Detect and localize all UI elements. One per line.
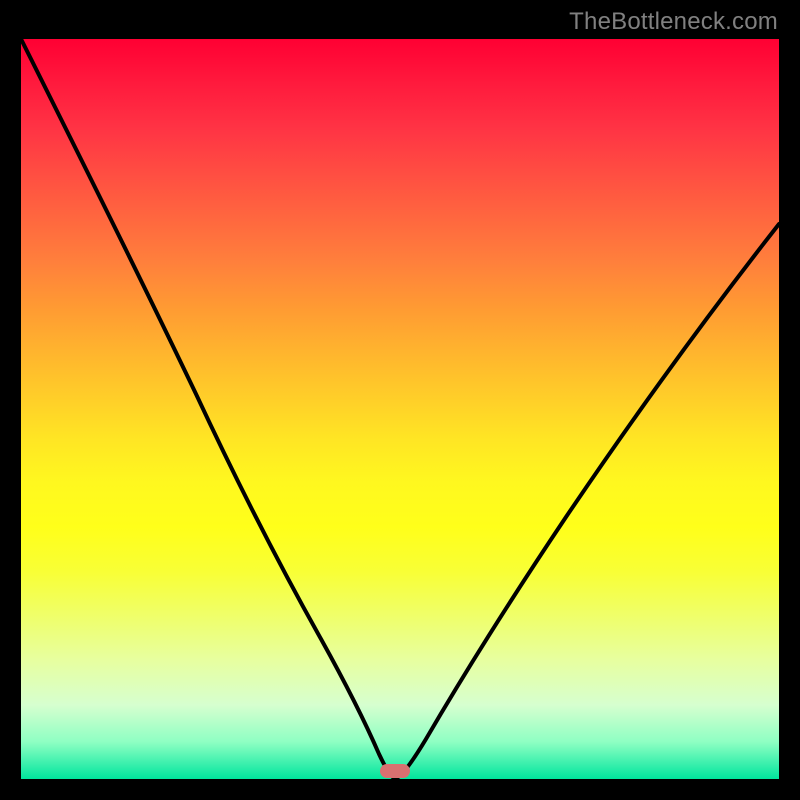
chart-frame: TheBottleneck.com [0, 0, 800, 800]
bottleneck-curve [21, 39, 779, 779]
attribution-text: TheBottleneck.com [569, 8, 778, 36]
minimum-marker [380, 764, 410, 778]
curve-left-branch [21, 39, 395, 779]
curve-right-branch [395, 224, 779, 779]
